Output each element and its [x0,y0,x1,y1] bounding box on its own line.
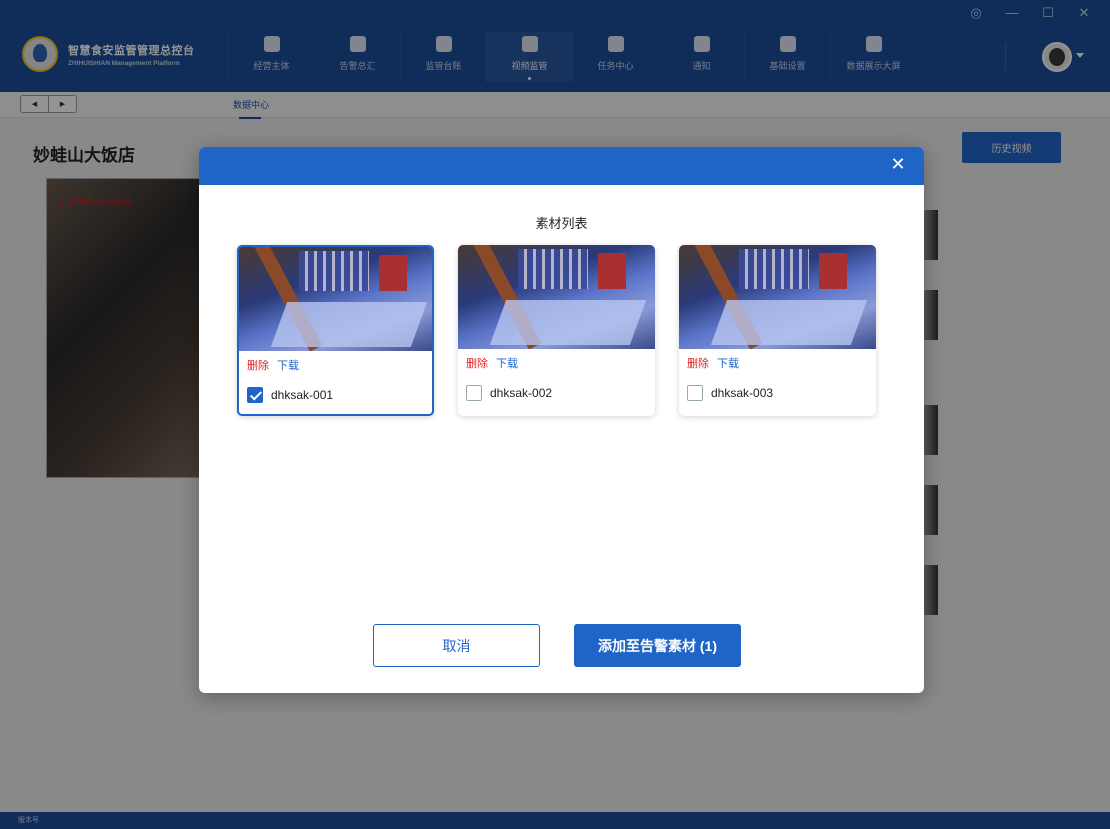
checkbox[interactable] [466,385,482,401]
material-thumbnail[interactable] [679,245,876,349]
delete-link[interactable]: 删除 [247,357,269,373]
delete-link[interactable]: 删除 [466,355,488,371]
dialog-header: ✕ [199,147,924,185]
delete-link[interactable]: 删除 [687,355,709,371]
download-link[interactable]: 下载 [717,355,739,371]
material-card[interactable]: 删除 下载 dhksak-002 [458,245,655,416]
material-checkbox-row[interactable]: dhksak-001 [247,387,333,403]
material-name: dhksak-001 [271,388,334,402]
download-link[interactable]: 下载 [277,357,299,373]
material-name: dhksak-002 [490,386,553,400]
checkbox-checked[interactable] [247,387,263,403]
material-thumbnail[interactable] [458,245,655,349]
material-card-list: 删除 下载 dhksak-001 删除 下载 dhksak-002 删除 下载 … [237,245,876,416]
material-thumbnail[interactable] [239,247,432,351]
material-card[interactable]: 删除 下载 dhksak-003 [679,245,876,416]
material-checkbox-row[interactable]: dhksak-003 [687,385,773,401]
material-card[interactable]: 删除 下载 dhksak-001 [237,245,434,416]
material-checkbox-row[interactable]: dhksak-002 [466,385,552,401]
download-link[interactable]: 下载 [496,355,518,371]
close-icon[interactable]: ✕ [890,155,906,173]
dialog-title: 素材列表 [535,216,588,231]
material-list-dialog: ✕ 素材列表 删除 下载 dhksak-001 删除 下载 dhksak-002… [199,147,924,693]
checkbox[interactable] [687,385,703,401]
material-name: dhksak-003 [711,386,774,400]
cancel-button[interactable]: 取消 [373,624,540,667]
add-to-alarm-button[interactable]: 添加至告警素材 (1) [574,624,741,667]
